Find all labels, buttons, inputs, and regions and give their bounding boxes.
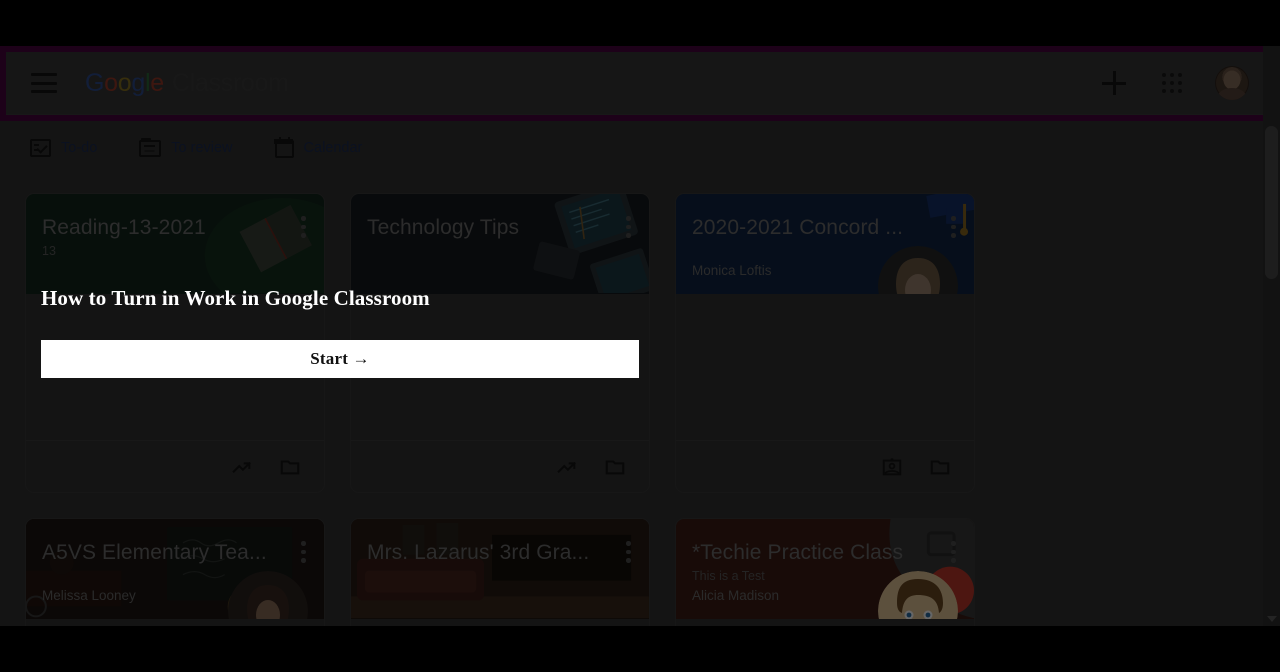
card-banner: *Techie Practice Class This is a Test Al… <box>676 519 974 619</box>
folder-icon[interactable] <box>603 456 627 478</box>
card-banner: Reading-13-2021 13 <box>26 194 324 294</box>
class-card[interactable]: Mrs. Lazarus' 3rd Gra... <box>350 518 650 626</box>
folder-icon[interactable] <box>278 456 302 478</box>
card-title: Reading-13-2021 <box>42 216 206 239</box>
google-classroom-logo: Google Classroom <box>85 68 289 97</box>
card-subtitle: 13 <box>42 244 56 258</box>
card-banner: Technology Tips <box>351 194 649 294</box>
card-teacher-name: Melissa Looney <box>42 588 136 603</box>
photo-portrait-icon[interactable] <box>880 456 904 478</box>
google-apps-button[interactable] <box>1157 68 1187 98</box>
card-title: 2020-2021 Concord ... <box>692 216 904 239</box>
card-title: *Techie Practice Class <box>692 541 904 564</box>
browser-viewport: Google Classroom To-do To review Calenda… <box>0 46 1280 626</box>
card-footer <box>351 440 649 492</box>
card-body <box>26 619 324 626</box>
banner-artwork-reading-room <box>351 519 649 619</box>
card-body <box>676 294 974 440</box>
create-class-button[interactable] <box>1099 68 1129 98</box>
card-subtitle: This is a Test <box>692 569 765 583</box>
scroll-down-arrow-icon[interactable] <box>1267 616 1277 622</box>
card-teacher-name: Alicia Madison <box>692 588 780 603</box>
screenshot-stage: Google Classroom To-do To review Calenda… <box>0 0 1280 672</box>
nav-item-to-review[interactable]: To review <box>139 137 233 157</box>
card-title: A5VS Elementary Tea... <box>42 541 267 564</box>
app-header-bar: Google Classroom <box>6 52 1271 115</box>
card-footer <box>676 440 974 492</box>
banner-artwork-book <box>204 197 324 294</box>
trending-up-icon[interactable] <box>230 456 254 478</box>
letterbox-bottom <box>0 626 1280 672</box>
nav-item-calendar-label: Calendar <box>303 140 363 156</box>
scrollbar-thumb[interactable] <box>1265 126 1278 279</box>
calendar-icon <box>274 136 294 158</box>
class-card[interactable]: *Techie Practice Class This is a Test Al… <box>675 518 975 626</box>
class-card-grid: Reading-13-2021 13 Technology Tips 2020-… <box>0 178 1263 626</box>
apps-grid-icon <box>1162 73 1182 93</box>
card-overflow-menu-icon[interactable] <box>626 216 631 242</box>
todo-icon <box>30 139 51 157</box>
hamburger-menu-icon[interactable] <box>31 73 57 93</box>
trending-up-icon[interactable] <box>555 456 579 478</box>
class-card[interactable]: A5VS Elementary Tea... Melissa Looney <box>25 518 325 626</box>
card-title: Technology Tips <box>367 216 520 239</box>
banner-artwork-devices <box>533 194 649 294</box>
start-button[interactable]: Start → <box>41 340 639 378</box>
walkthrough-title: How to Turn in Work in Google Classroom <box>41 286 430 310</box>
secondary-navigation: To-do To review Calendar <box>0 122 1263 174</box>
card-overflow-menu-icon[interactable] <box>951 541 956 567</box>
nav-item-calendar[interactable]: Calendar <box>274 136 363 158</box>
card-banner: Mrs. Lazarus' 3rd Gra... <box>351 519 649 619</box>
user-avatar[interactable] <box>1215 66 1249 100</box>
folder-icon[interactable] <box>928 456 952 478</box>
letterbox-top <box>0 0 1280 46</box>
card-overflow-menu-icon[interactable] <box>301 541 306 567</box>
app-header-actions <box>1099 66 1249 100</box>
card-body <box>676 619 974 626</box>
vertical-scrollbar[interactable] <box>1263 46 1280 626</box>
card-overflow-menu-icon[interactable] <box>951 216 956 242</box>
card-footer <box>26 440 324 492</box>
brand-product-label: Classroom <box>171 68 289 97</box>
card-banner: A5VS Elementary Tea... Melissa Looney <box>26 519 324 619</box>
nav-item-todo-label: To-do <box>61 140 98 156</box>
card-overflow-menu-icon[interactable] <box>301 216 306 242</box>
card-overflow-menu-icon[interactable] <box>626 541 631 567</box>
card-title: Mrs. Lazarus' 3rd Gra... <box>367 541 590 564</box>
card-body <box>351 619 649 626</box>
card-banner: 2020-2021 Concord ... Monica Loftis <box>676 194 974 294</box>
nav-item-to-review-label: To review <box>171 140 233 156</box>
class-card[interactable]: 2020-2021 Concord ... Monica Loftis <box>675 193 975 493</box>
nav-item-todo[interactable]: To-do <box>30 139 97 157</box>
walkthrough-panel: How to Turn in Work in Google Classroom … <box>41 286 639 378</box>
to-review-icon <box>139 137 162 157</box>
plus-icon <box>1102 71 1126 95</box>
card-teacher-name: Monica Loftis <box>692 263 772 278</box>
